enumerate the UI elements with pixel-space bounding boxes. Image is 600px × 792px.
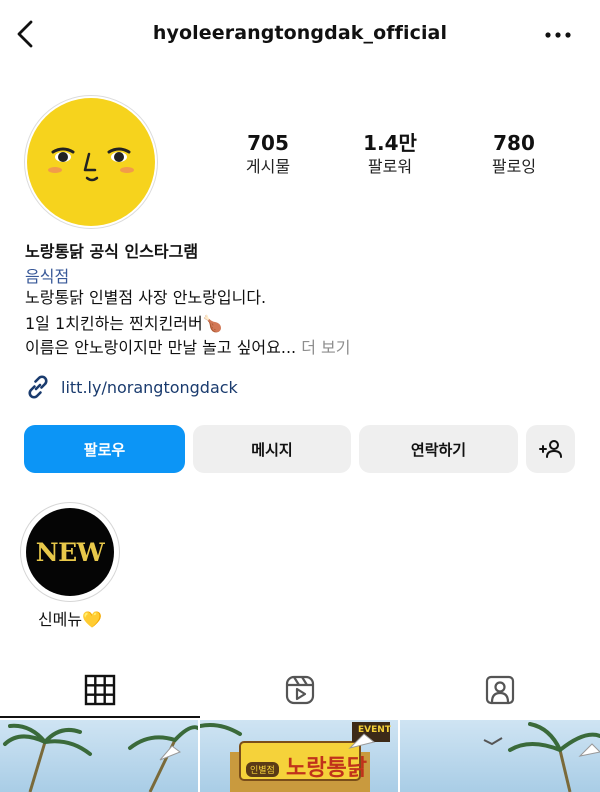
active-tab-indicator (0, 716, 200, 718)
bio-link[interactable]: litt.ly/norangtongdack (25, 374, 238, 400)
grid-icon (84, 674, 116, 706)
palm-tree-image (3, 723, 198, 792)
highlight-cover: NEW (26, 508, 114, 596)
following-count-label: 팔로잉 (491, 157, 537, 176)
event-badge: EVENT (358, 725, 391, 735)
yellow-face-avatar (27, 98, 155, 226)
bio-more-link[interactable]: 더 보기 (301, 338, 350, 357)
more-options-button[interactable] (538, 18, 578, 52)
posts-count-value: 705 (247, 131, 289, 155)
palm-tree-image (483, 722, 600, 792)
profile-category: 음식점 (25, 267, 70, 286)
bio-line-3-text: 이름은 안노랑이지만 만날 놀고 싶어요... (25, 338, 297, 357)
highlight-label: 신메뉴💛 (37, 610, 103, 629)
post-thumbnail[interactable] (400, 720, 600, 792)
branch-badge: 인별점 (246, 762, 279, 777)
more-horizontal-icon (545, 32, 571, 38)
posts-count-label: 게시물 (245, 157, 291, 176)
profile-display-name: 노랑통닭 공식 인스타그램 (25, 242, 199, 261)
add-user-icon (538, 440, 562, 458)
tab-tagged[interactable] (400, 665, 600, 715)
suggested-users-button[interactable] (526, 425, 575, 473)
profile-username: hyoleerangtongdak_official (152, 22, 448, 44)
followers-count[interactable]: 1.4만 팔로워 (340, 130, 440, 178)
reels-icon (285, 675, 315, 705)
bio-line-2: 1일 1치킨하는 찐치킨러버🍗 (25, 314, 223, 333)
link-icon (28, 375, 48, 399)
bio-link-text[interactable]: litt.ly/norangtongdack (61, 378, 238, 397)
brand-banner-text: 노랑통닭 (286, 756, 367, 781)
tagged-icon (485, 675, 515, 705)
highlight-cover-text: NEW (35, 537, 105, 567)
posts-count[interactable]: 705 게시물 (218, 130, 318, 178)
followers-count-value: 1.4만 (363, 131, 417, 155)
following-count[interactable]: 780 팔로잉 (464, 130, 564, 178)
followers-count-label: 팔로워 (367, 157, 413, 176)
post-thumbnail[interactable]: EVENT 인별점 노랑통닭 (200, 720, 398, 792)
bio-line-1: 노랑통닭 인별점 사장 안노랑입니다. (25, 288, 267, 307)
bio-line-3: 이름은 안노랑이지만 만날 놀고 싶어요... 더 보기 (25, 337, 350, 359)
tab-posts-grid[interactable] (0, 665, 200, 715)
highlight-new-menu[interactable]: NEW (20, 502, 120, 602)
avatar[interactable] (24, 95, 158, 229)
contact-button[interactable]: 연락하기 (359, 425, 518, 473)
message-button[interactable]: 메시지 (193, 425, 351, 473)
follow-button[interactable]: 팔로우 (24, 425, 185, 473)
post-thumbnail[interactable] (0, 720, 198, 792)
tab-reels[interactable] (200, 665, 400, 715)
following-count-value: 780 (493, 131, 535, 155)
